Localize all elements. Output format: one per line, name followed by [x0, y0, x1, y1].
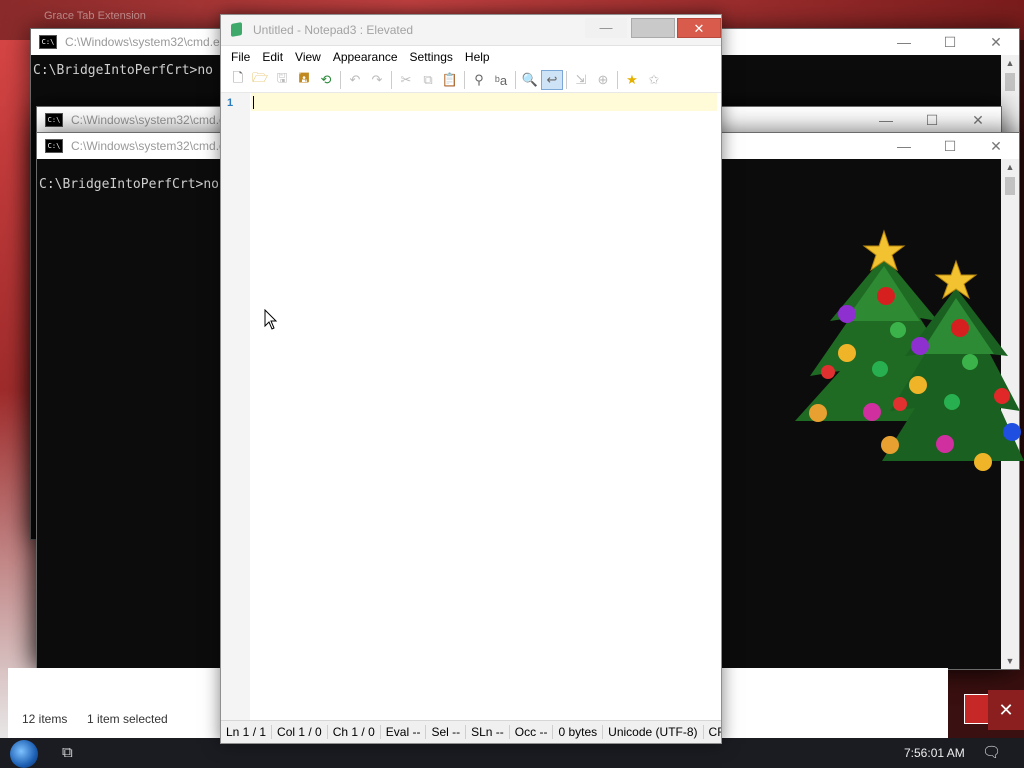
status-size[interactable]: 0 bytes — [553, 725, 604, 739]
maximize-button[interactable] — [631, 18, 675, 38]
notepad3-app-icon — [231, 22, 242, 37]
line-number: 1 — [227, 97, 234, 109]
menu-bar: File Edit View Appearance Settings Help — [221, 46, 721, 68]
scroll-down-icon[interactable]: ▼ — [1001, 653, 1019, 669]
toolbar-separator — [464, 71, 465, 89]
text-editor[interactable]: 1 — [221, 93, 721, 720]
scroll-thumb[interactable] — [1005, 177, 1015, 195]
selection-status: 1 item selected — [87, 712, 168, 726]
new-file-icon[interactable]: 🗋 — [227, 70, 249, 90]
text-caret — [253, 96, 254, 109]
notification-icon[interactable]: 🗨 — [982, 743, 1001, 761]
christmas-trees-decoration — [795, 229, 1024, 471]
line-number-gutter: 1 — [221, 93, 250, 720]
cut-icon[interactable]: ✂ — [395, 70, 417, 90]
current-line-highlight — [251, 93, 717, 111]
status-selected-lines[interactable]: SLn -- — [466, 725, 510, 739]
status-selection[interactable]: Sel -- — [426, 725, 467, 739]
save-as-icon[interactable]: 🖪 — [293, 70, 315, 90]
scroll-up-icon[interactable]: ▲ — [1001, 55, 1019, 71]
notepad3-titlebar[interactable]: Untitled - Notepad3 : Elevated — ✕ — [221, 15, 721, 46]
item-count: 12 items — [22, 712, 68, 726]
maximize-button[interactable]: ☐ — [909, 107, 955, 133]
status-eol[interactable]: CR+ — [704, 725, 721, 739]
paste-icon[interactable]: 📋 — [439, 70, 461, 90]
toolbar-separator — [515, 71, 516, 89]
window-title: Untitled - Notepad3 : Elevated — [253, 23, 414, 37]
browser-tab-title[interactable]: Grace Tab Extension — [44, 10, 146, 22]
start-button[interactable] — [10, 740, 38, 768]
cmd-icon: C:\ — [39, 35, 57, 49]
cmd-title: C:\Windows\system32\cmd.exe — [71, 113, 239, 127]
status-line[interactable]: Ln 1 / 1 — [221, 725, 273, 739]
copy-icon[interactable]: ⧉ — [417, 70, 439, 90]
cmd-icon: C:\ — [45, 113, 63, 127]
word-wrap-icon[interactable]: ↩ — [541, 70, 563, 90]
toolbar-separator — [617, 71, 618, 89]
minimize-button[interactable]: — — [585, 18, 627, 38]
toolbar-separator — [340, 71, 341, 89]
close-button[interactable]: ✕ — [973, 133, 1019, 159]
redo-icon[interactable]: ↷ — [366, 70, 388, 90]
menu-settings[interactable]: Settings — [404, 50, 459, 64]
minimize-button[interactable]: — — [863, 107, 909, 133]
notepad3-window[interactable]: Untitled - Notepad3 : Elevated — ✕ File … — [220, 14, 722, 744]
zoom-icon[interactable]: ⊕ — [592, 70, 614, 90]
mouse-cursor-icon — [264, 309, 278, 330]
clock[interactable]: 7:56:01 AM — [904, 746, 965, 760]
task-view-icon[interactable]: ⧉ — [62, 744, 73, 761]
status-eval[interactable]: Eval -- — [381, 725, 427, 739]
split-icon[interactable]: ⇲ — [570, 70, 592, 90]
red-app-button[interactable] — [964, 694, 990, 724]
revert-icon[interactable]: ⟲ — [315, 70, 337, 90]
menu-edit[interactable]: Edit — [256, 50, 289, 64]
toolbar-separator — [391, 71, 392, 89]
open-icon[interactable]: 🗁 — [249, 70, 271, 90]
status-bar: Ln 1 / 1 Col 1 / 0 Ch 1 / 0 Eval -- Sel … — [221, 720, 721, 743]
minimize-button[interactable]: — — [881, 133, 927, 159]
close-icon[interactable]: ✕ — [988, 690, 1024, 730]
favorite-icon[interactable]: ★ — [621, 70, 643, 90]
maximize-button[interactable]: ☐ — [927, 133, 973, 159]
toolbar: 🗋 🗁 🖫 🖪 ⟲ ↶ ↷ ✂ ⧉ 📋 ⚲ ᵇa 🔍 ↩ ⇲ ⊕ ★ ✩ — [221, 68, 721, 93]
menu-help[interactable]: Help — [459, 50, 496, 64]
scroll-thumb[interactable] — [1005, 73, 1015, 91]
save-icon[interactable]: 🖫 — [271, 70, 293, 90]
cmd-title: C:\Windows\system32\cmd.exe — [65, 35, 233, 49]
status-column[interactable]: Col 1 / 0 — [272, 725, 328, 739]
menu-appearance[interactable]: Appearance — [327, 50, 404, 64]
close-button[interactable]: ✕ — [677, 18, 721, 38]
undo-icon[interactable]: ↶ — [344, 70, 366, 90]
cmd-title: C:\Windows\system32\cmd.exe — [71, 139, 239, 153]
maximize-button[interactable]: ☐ — [927, 29, 973, 55]
status-occurrences[interactable]: Occ -- — [510, 725, 554, 739]
status-encoding[interactable]: Unicode (UTF-8) — [603, 725, 704, 739]
close-button[interactable]: ✕ — [955, 107, 1001, 133]
zoom-find-icon[interactable]: 🔍 — [519, 70, 541, 90]
menu-view[interactable]: View — [289, 50, 327, 64]
menu-file[interactable]: File — [225, 50, 256, 64]
cmd-icon: C:\ — [45, 139, 63, 153]
toolbar-separator — [566, 71, 567, 89]
find-icon[interactable]: ⚲ — [468, 70, 490, 90]
minimize-button[interactable]: — — [881, 29, 927, 55]
add-favorite-icon[interactable]: ✩ — [643, 70, 665, 90]
close-button[interactable]: ✕ — [973, 29, 1019, 55]
status-char[interactable]: Ch 1 / 0 — [328, 725, 381, 739]
scroll-up-icon[interactable]: ▲ — [1001, 159, 1019, 175]
replace-icon[interactable]: ᵇa — [490, 70, 512, 90]
